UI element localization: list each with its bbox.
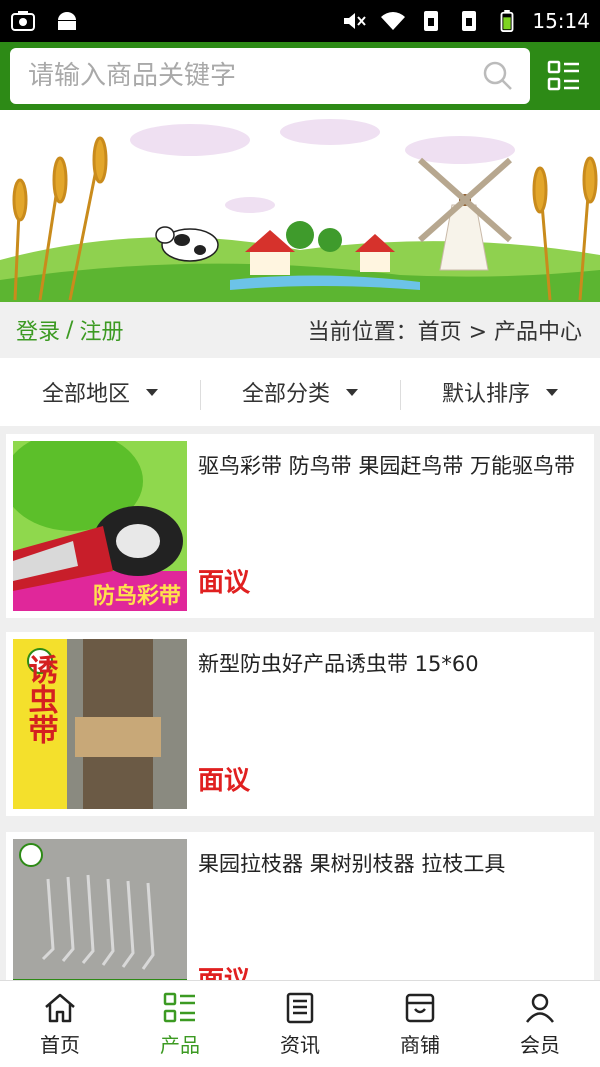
header bbox=[0, 42, 600, 110]
farm-scene-illustration bbox=[0, 110, 600, 302]
sim-card-icon bbox=[462, 11, 477, 31]
nav-home-label: 首页 bbox=[40, 1032, 80, 1057]
status-bar: 15:14 bbox=[0, 0, 600, 42]
product-image[interactable] bbox=[13, 839, 187, 980]
android-icon bbox=[58, 12, 76, 30]
banner-image[interactable] bbox=[0, 110, 600, 302]
breadcrumb: 当前位置：首页 > 产品中心 bbox=[307, 320, 582, 345]
product-image[interactable]: 诱虫带 bbox=[13, 639, 187, 809]
product-card[interactable]: 果园拉枝器 果树别枝器 拉枝工具 面议 bbox=[6, 832, 594, 980]
nav-home[interactable]: 首页 bbox=[0, 981, 120, 1067]
product-image-branch-puller bbox=[13, 839, 187, 980]
caret-down-icon bbox=[346, 388, 358, 396]
nav-store-label: 商铺 bbox=[400, 1032, 440, 1057]
filter-category-label: 全部分类 bbox=[241, 382, 330, 407]
nav-products-label: 产品 bbox=[160, 1032, 200, 1057]
sim-card-icon bbox=[424, 11, 439, 31]
product-price: 面议 bbox=[198, 568, 251, 598]
product-title[interactable]: 果园拉枝器 果树别枝器 拉枝工具 bbox=[198, 848, 584, 878]
product-price: 面议 bbox=[198, 960, 250, 980]
nav-member[interactable]: 会员 bbox=[480, 981, 600, 1067]
nav-news-label: 资讯 bbox=[280, 1032, 320, 1057]
product-list: 防鸟彩带 驱鸟彩带 防鸟带 果园赶鸟带 万能驱鸟带 面议 诱虫带 新型防虫好产品… bbox=[0, 426, 600, 980]
filter-bar: 全部地区 全部分类 默认排序 bbox=[0, 358, 600, 426]
product-price: 面议 bbox=[198, 766, 251, 796]
home-icon bbox=[45, 993, 75, 1022]
news-icon bbox=[286, 992, 314, 1023]
wifi-icon bbox=[381, 12, 406, 30]
nav-products[interactable]: 产品 bbox=[120, 981, 240, 1067]
register-link[interactable]: 注册 bbox=[79, 314, 123, 346]
user-icon bbox=[526, 993, 554, 1023]
thumb-text: 防鸟彩带 bbox=[93, 583, 181, 609]
status-time: 15:14 bbox=[532, 9, 590, 33]
category-menu-button[interactable] bbox=[544, 56, 584, 96]
filter-region-dropdown[interactable]: 全部地区 bbox=[0, 358, 200, 426]
caret-down-icon bbox=[146, 388, 158, 396]
nav-news[interactable]: 资讯 bbox=[240, 981, 360, 1067]
product-image[interactable]: 防鸟彩带 bbox=[13, 441, 187, 611]
menu-grid-icon bbox=[547, 60, 579, 91]
list-icon bbox=[163, 992, 195, 1022]
screenshot-icon bbox=[11, 11, 35, 31]
filter-category-dropdown[interactable]: 全部分类 bbox=[200, 358, 400, 426]
login-separator: / bbox=[66, 317, 74, 343]
product-image-insect-band: 诱虫带 bbox=[13, 639, 187, 809]
mute-icon bbox=[344, 13, 367, 29]
caret-down-icon bbox=[546, 388, 558, 396]
product-title[interactable]: 驱鸟彩带 防鸟带 果园赶鸟带 万能驱鸟带 bbox=[198, 450, 584, 480]
battery-icon bbox=[500, 10, 514, 32]
nav-member-label: 会员 bbox=[520, 1032, 560, 1057]
product-title[interactable]: 新型防虫好产品诱虫带 15*60 bbox=[198, 648, 584, 678]
search-input[interactable] bbox=[28, 61, 482, 91]
filter-sort-dropdown[interactable]: 默认排序 bbox=[400, 358, 600, 426]
product-card[interactable]: 诱虫带 新型防虫好产品诱虫带 15*60 面议 bbox=[6, 632, 594, 816]
filter-sort-label: 默认排序 bbox=[441, 382, 530, 407]
location-bar: 登录 / 注册 当前位置：首页 > 产品中心 bbox=[0, 302, 600, 358]
search-icon[interactable] bbox=[482, 60, 514, 92]
login-link[interactable]: 登录 bbox=[16, 314, 60, 346]
filter-region-label: 全部地区 bbox=[41, 382, 130, 407]
product-card[interactable]: 防鸟彩带 驱鸟彩带 防鸟带 果园赶鸟带 万能驱鸟带 面议 bbox=[6, 434, 594, 618]
product-image-bird-tape: 防鸟彩带 bbox=[13, 441, 187, 611]
store-icon bbox=[405, 993, 435, 1022]
bottom-nav: 首页 产品 资讯 商铺 会员 bbox=[0, 980, 600, 1067]
thumb-text: 诱虫带 bbox=[23, 654, 59, 744]
search-box[interactable] bbox=[10, 48, 530, 104]
nav-store[interactable]: 商铺 bbox=[360, 981, 480, 1067]
